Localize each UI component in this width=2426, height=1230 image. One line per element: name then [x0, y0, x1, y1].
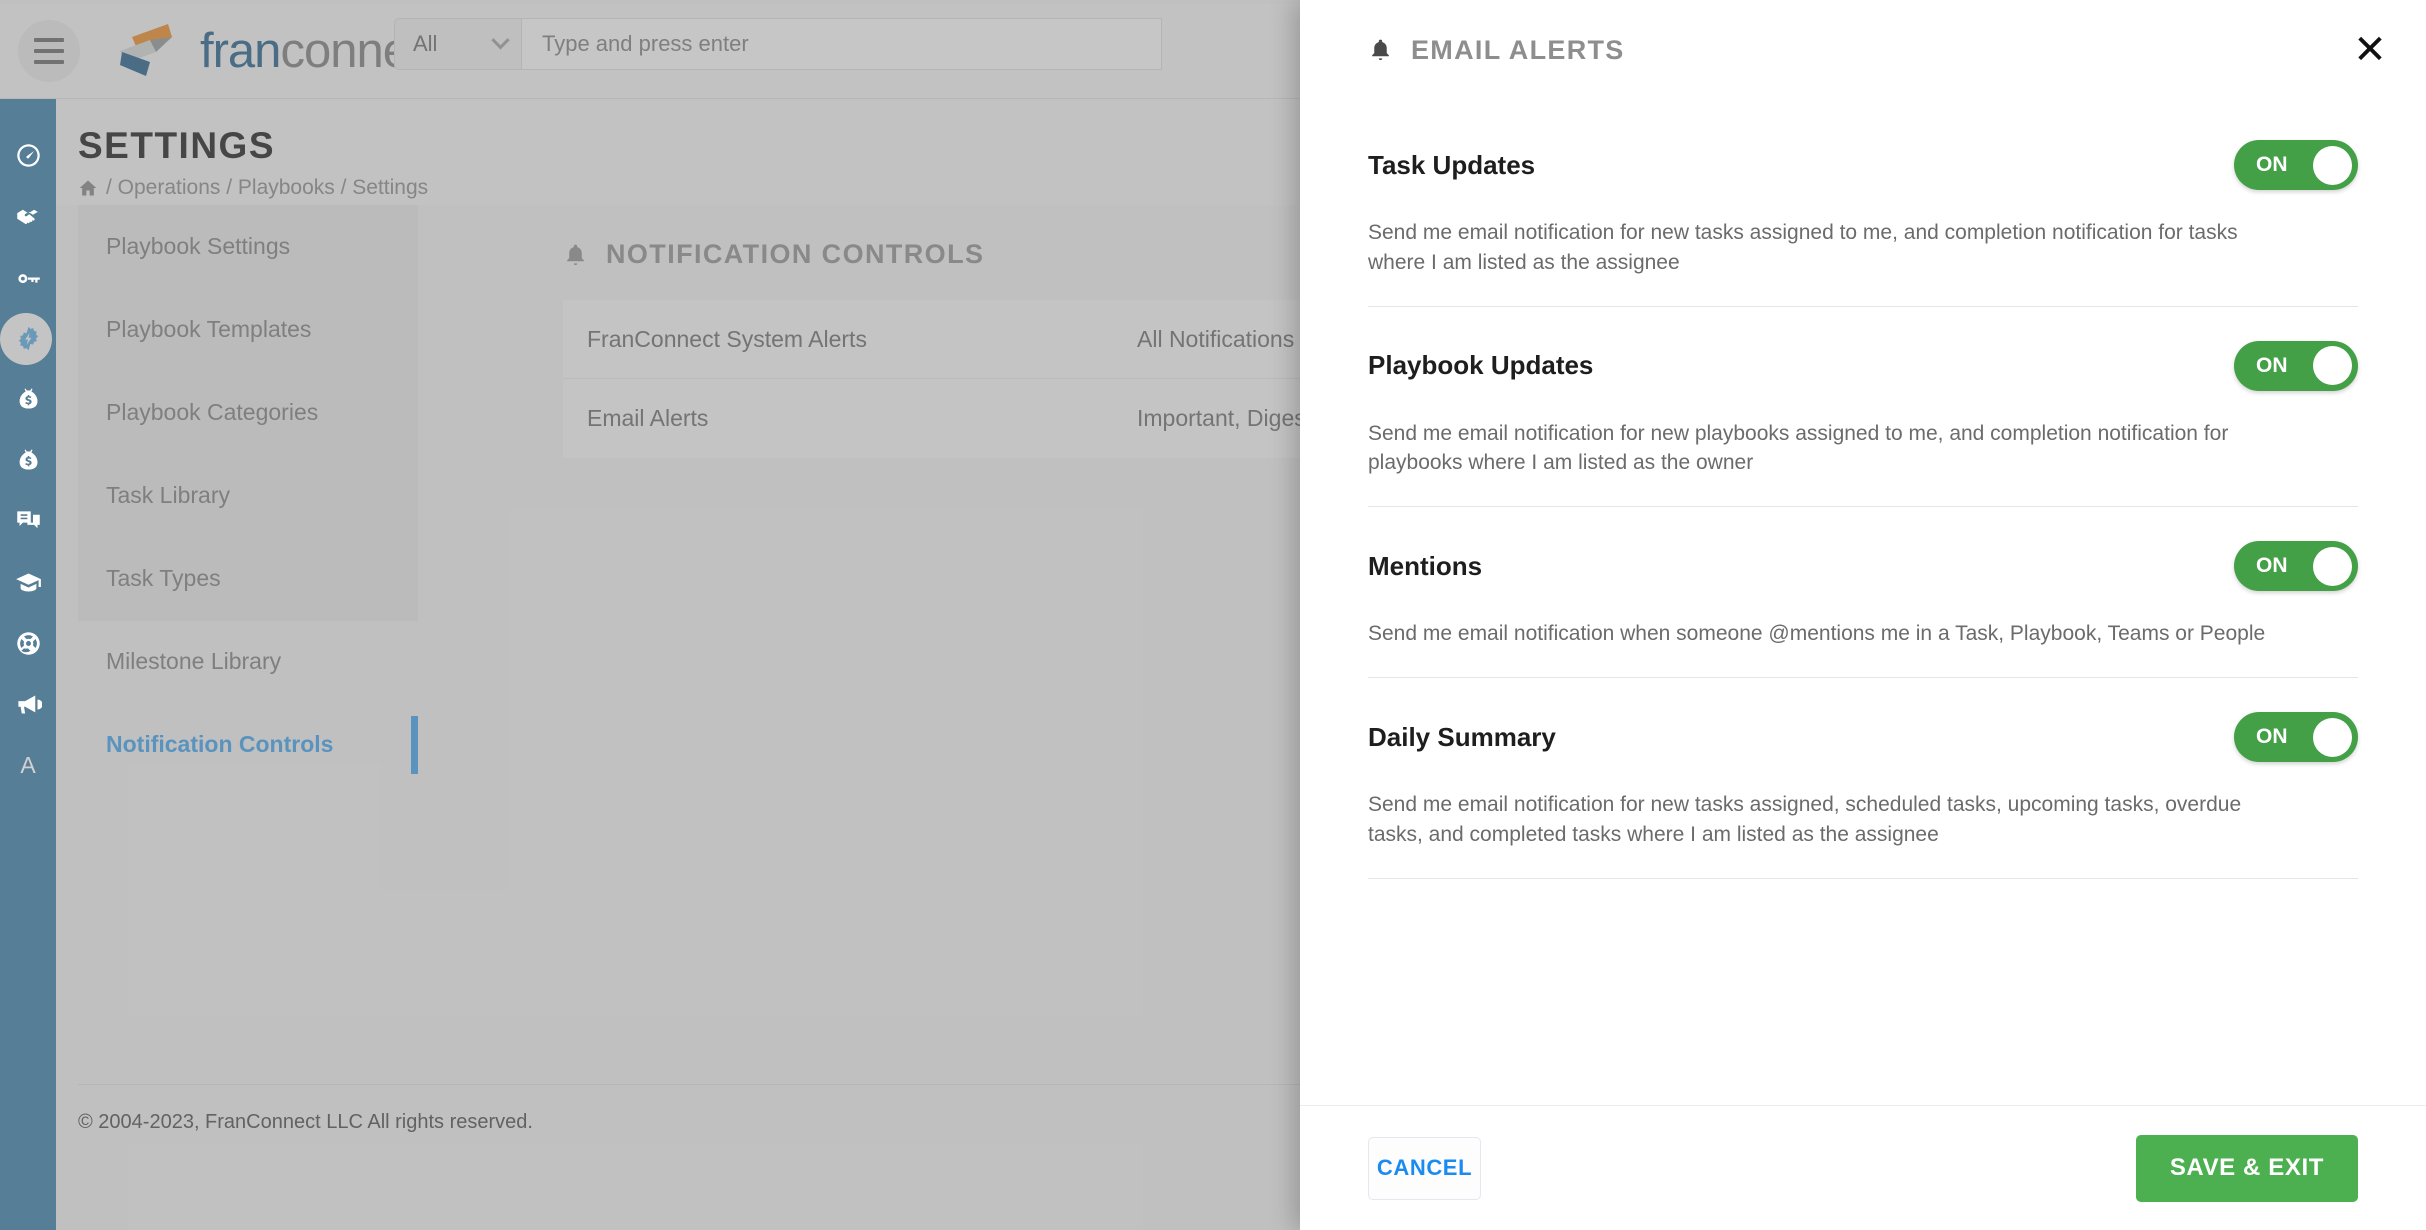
modal-title: EMAIL ALERTS [1411, 34, 1625, 65]
alert-description: Send me email notification for new tasks… [1368, 793, 2242, 846]
megaphone-icon [17, 695, 42, 714]
modal-body: Task Updates ON Send me email notificati… [1300, 100, 2426, 1105]
email-alerts-modal: EMAIL ALERTS ✕ Task Updates ON Send me e… [1300, 0, 2426, 1230]
alert-header: Playbook Updates ON [1368, 340, 2358, 391]
close-icon[interactable]: ✕ [2348, 28, 2392, 72]
toggle-playbook-updates[interactable]: ON [2234, 340, 2358, 391]
toggle-label: ON [2256, 353, 2288, 377]
bell-icon [1372, 39, 1389, 60]
chat-bubbles-icon [16, 511, 40, 529]
dashboard-gauge-icon [16, 144, 40, 167]
money-bag-icon [19, 449, 37, 470]
toggle-daily-summary[interactable]: ON [2234, 712, 2358, 763]
alert-name: Task Updates [1368, 149, 1536, 180]
alert-description: Send me email notification for new playb… [1368, 421, 2229, 475]
alert-name: Daily Summary [1368, 721, 1556, 752]
alert-description: Send me email notification when someone … [1368, 622, 2266, 646]
alert-name: Playbook Updates [1368, 350, 1594, 381]
handshake-icon [16, 209, 40, 224]
alert-header: Daily Summary ON [1368, 712, 2358, 763]
life-ring-icon [16, 632, 40, 655]
alert-description: Send me email notification for new tasks… [1368, 221, 2238, 274]
alert-header: Task Updates ON [1368, 140, 2358, 190]
alert-block-daily-summary: Daily Summary ON Send me email notificat… [1368, 712, 2358, 879]
key-icon [17, 274, 40, 284]
graduation-cap-icon [15, 573, 41, 592]
alert-header: Mentions ON [1368, 541, 2358, 592]
toggle-knob [2313, 145, 2352, 185]
gear-bolt-icon [18, 326, 38, 351]
toggle-label: ON [2256, 725, 2288, 749]
money-bag-icon [19, 388, 37, 409]
alert-name: Mentions [1368, 550, 1483, 581]
toggle-mentions[interactable]: ON [2234, 541, 2358, 592]
toggle-label: ON [2256, 554, 2288, 578]
modal-header: EMAIL ALERTS ✕ [1300, 0, 2426, 100]
toggle-knob [2313, 346, 2352, 386]
toggle-task-updates[interactable]: ON [2234, 140, 2358, 190]
modal-footer: CANCEL SAVE & EXIT [1300, 1105, 2426, 1230]
app-root: franconnect All Type and press enter A S… [0, 0, 2426, 1230]
alert-block-playbook-updates: Playbook Updates ON Send me email notifi… [1368, 340, 2358, 508]
toggle-label: ON [2256, 153, 2288, 176]
alert-block-mentions: Mentions ON Send me email notification w… [1368, 541, 2358, 679]
save-and-exit-button[interactable]: SAVE & EXIT [2135, 1134, 2358, 1202]
toggle-knob [2313, 717, 2352, 757]
cancel-button[interactable]: CANCEL [1368, 1136, 1481, 1200]
toggle-knob [2313, 546, 2352, 586]
alert-block-task-updates: Task Updates ON Send me email notificati… [1368, 140, 2358, 307]
